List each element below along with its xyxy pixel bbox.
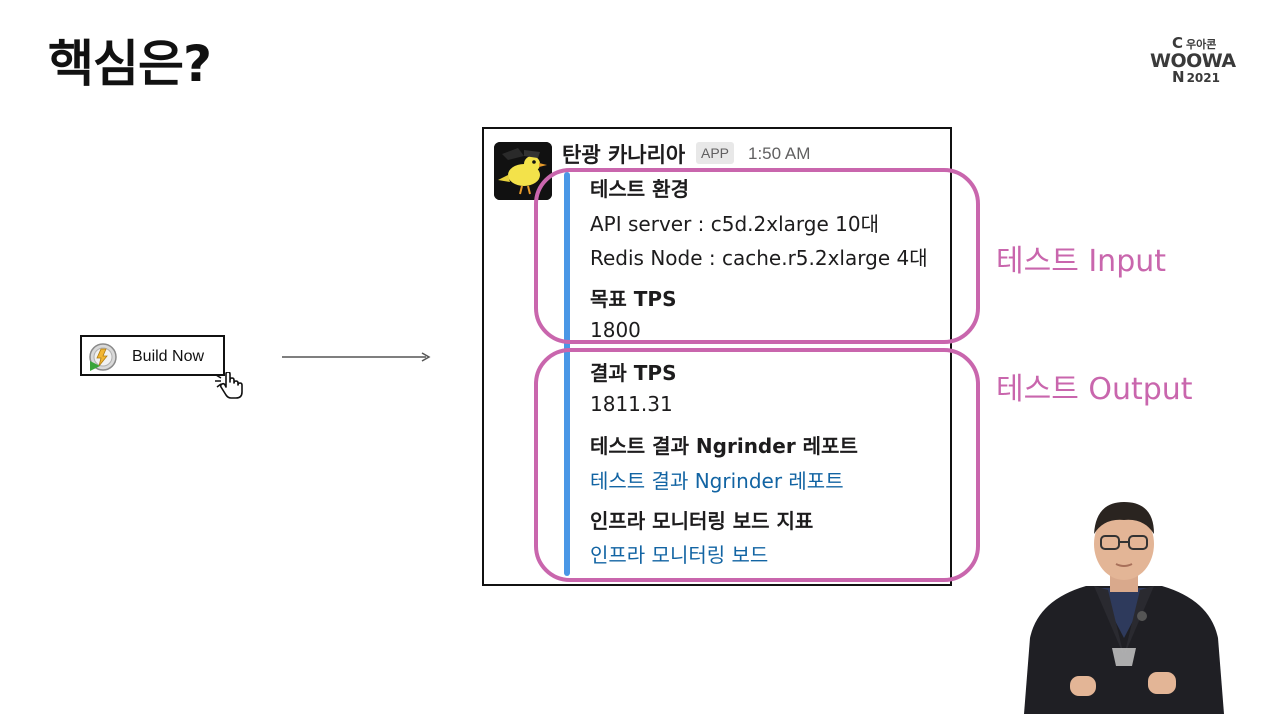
flow-arrow [282,352,431,362]
message-timestamp[interactable]: 1:50 AM [748,144,810,164]
test-output-label: 테스트 Output [996,372,1193,407]
bot-name[interactable]: 탄광 카나리아 [562,139,685,169]
test-input-label: 테스트 Input [996,244,1167,279]
logo-letter-n: N [1172,68,1185,86]
jenkins-build-icon [89,343,117,371]
slide-title: 핵심은? [48,35,212,93]
app-badge: APP [696,142,735,164]
logo-year: 2021 [1186,71,1220,85]
output-highlight-box [534,348,980,582]
woowacon-logo: C 우아콘 WOOWA N 2021 [1148,34,1244,86]
build-now-label: Build Now [132,348,205,365]
hand-pointer-icon [215,372,243,399]
input-highlight-box [534,168,980,344]
presenter-video [1024,502,1224,714]
build-now-button[interactable]: Build Now [80,335,225,376]
